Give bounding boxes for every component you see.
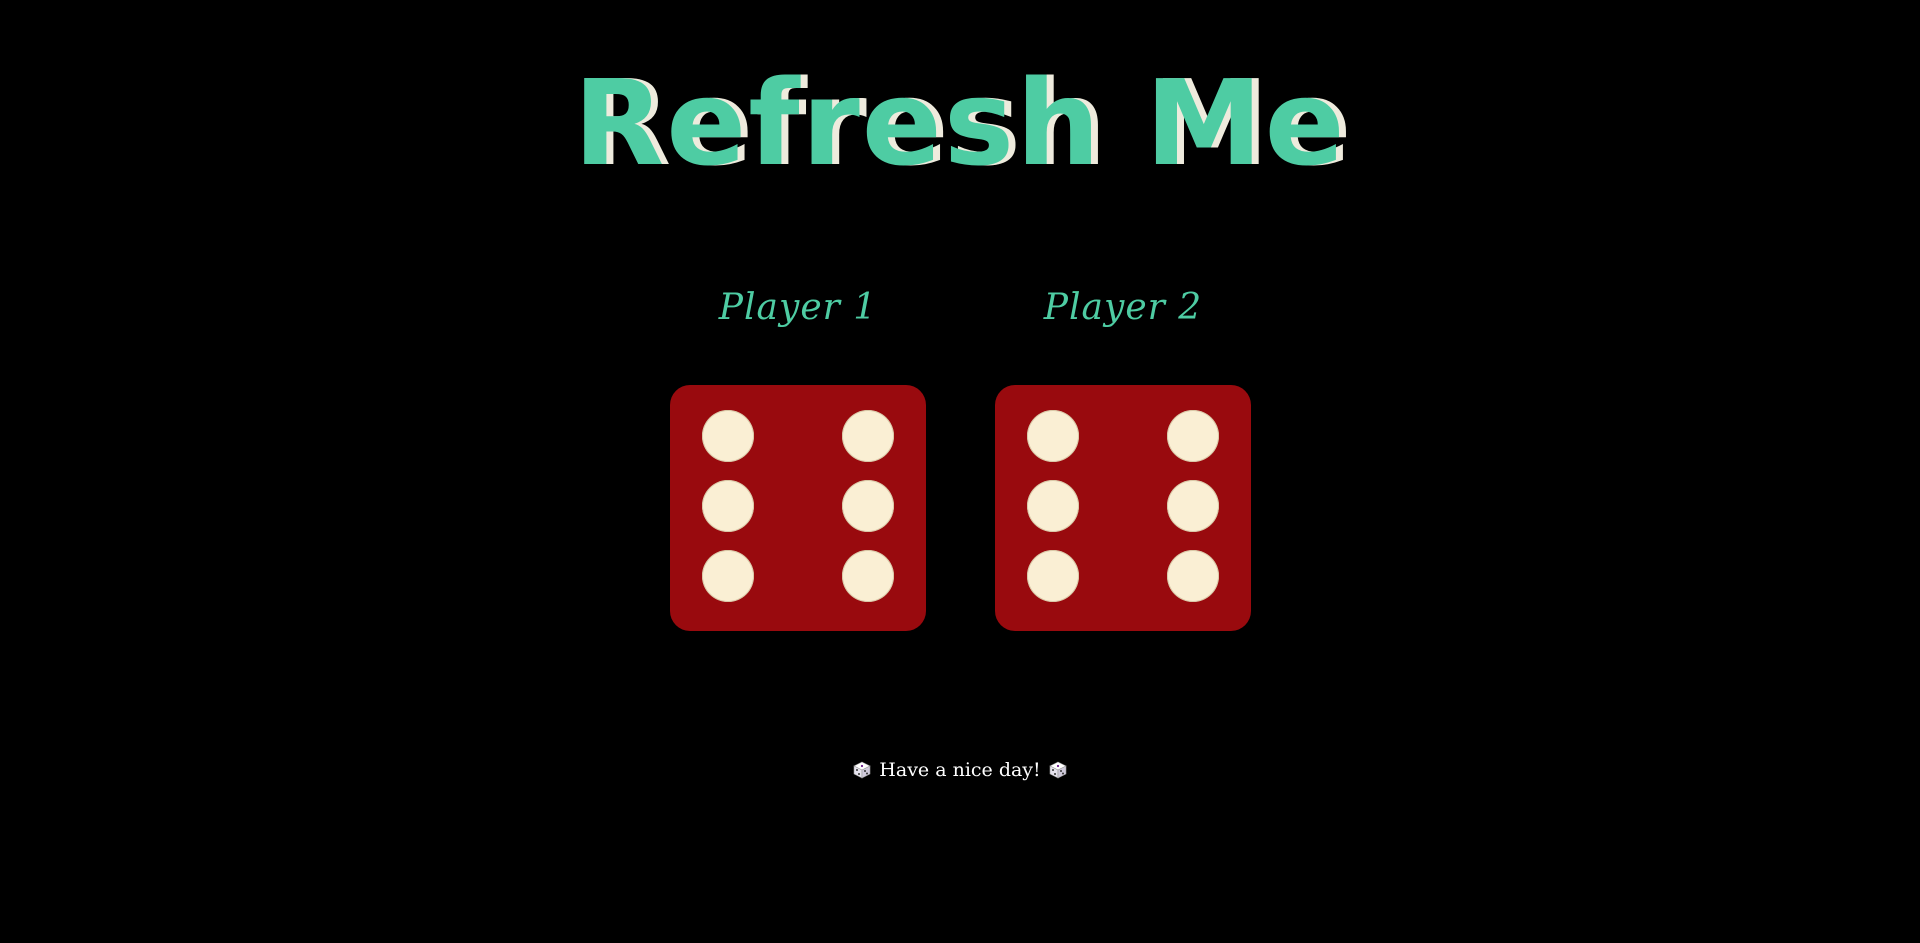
player-2-label: Player 2	[1043, 287, 1203, 328]
game-die-icon	[1049, 758, 1067, 779]
die-pip	[842, 550, 894, 602]
page-title: Refresh Me	[573, 54, 1347, 192]
die-pip	[702, 550, 754, 602]
die-pip	[702, 480, 754, 532]
player-1-label: Player 1	[718, 287, 878, 328]
die-pip	[1027, 550, 1079, 602]
players-container: Player 1 Player 2	[0, 280, 1920, 640]
die-pip	[1027, 480, 1079, 532]
player-1-panel: Player 1	[670, 280, 926, 631]
player-2-die	[995, 385, 1251, 631]
die-pip	[1167, 410, 1219, 462]
game-die-icon	[853, 758, 871, 779]
footer-message: Have a nice day!	[0, 755, 1920, 785]
die-pip	[842, 410, 894, 462]
die-pip	[1027, 410, 1079, 462]
die-pip	[1167, 550, 1219, 602]
die-pip	[1167, 480, 1219, 532]
die-pip	[702, 410, 754, 462]
footer-text: Have a nice day!	[879, 759, 1041, 781]
die-pip	[842, 480, 894, 532]
player-2-panel: Player 2	[995, 280, 1251, 631]
player-1-die	[670, 385, 926, 631]
